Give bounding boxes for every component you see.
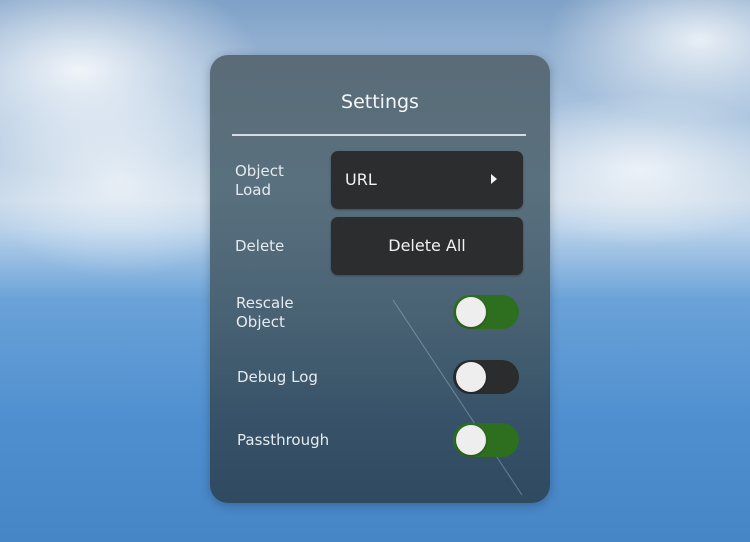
- object-load-label: Object Load: [235, 162, 284, 199]
- object-load-value: URL: [345, 170, 377, 189]
- toggle-knob: [456, 362, 486, 392]
- passthrough-label: Passthrough: [237, 431, 330, 449]
- debug-log-toggle[interactable]: [453, 360, 519, 394]
- toggle-knob: [456, 297, 486, 327]
- title-divider: [232, 134, 526, 136]
- delete-all-label: Delete All: [388, 236, 466, 255]
- rescale-object-label: Rescale Object: [236, 294, 294, 331]
- debug-log-label: Debug Log: [237, 368, 318, 386]
- object-load-url-button[interactable]: URL: [331, 151, 523, 209]
- panel-title: Settings: [341, 91, 419, 113]
- passthrough-toggle[interactable]: [453, 423, 519, 457]
- settings-panel: Settings Object Load URL Delete Delete A…: [210, 55, 550, 503]
- delete-all-button[interactable]: Delete All: [331, 217, 523, 275]
- chevron-right-icon: [491, 174, 497, 184]
- delete-label: Delete: [235, 237, 285, 255]
- toggle-knob: [456, 425, 486, 455]
- rescale-object-toggle[interactable]: [453, 295, 519, 329]
